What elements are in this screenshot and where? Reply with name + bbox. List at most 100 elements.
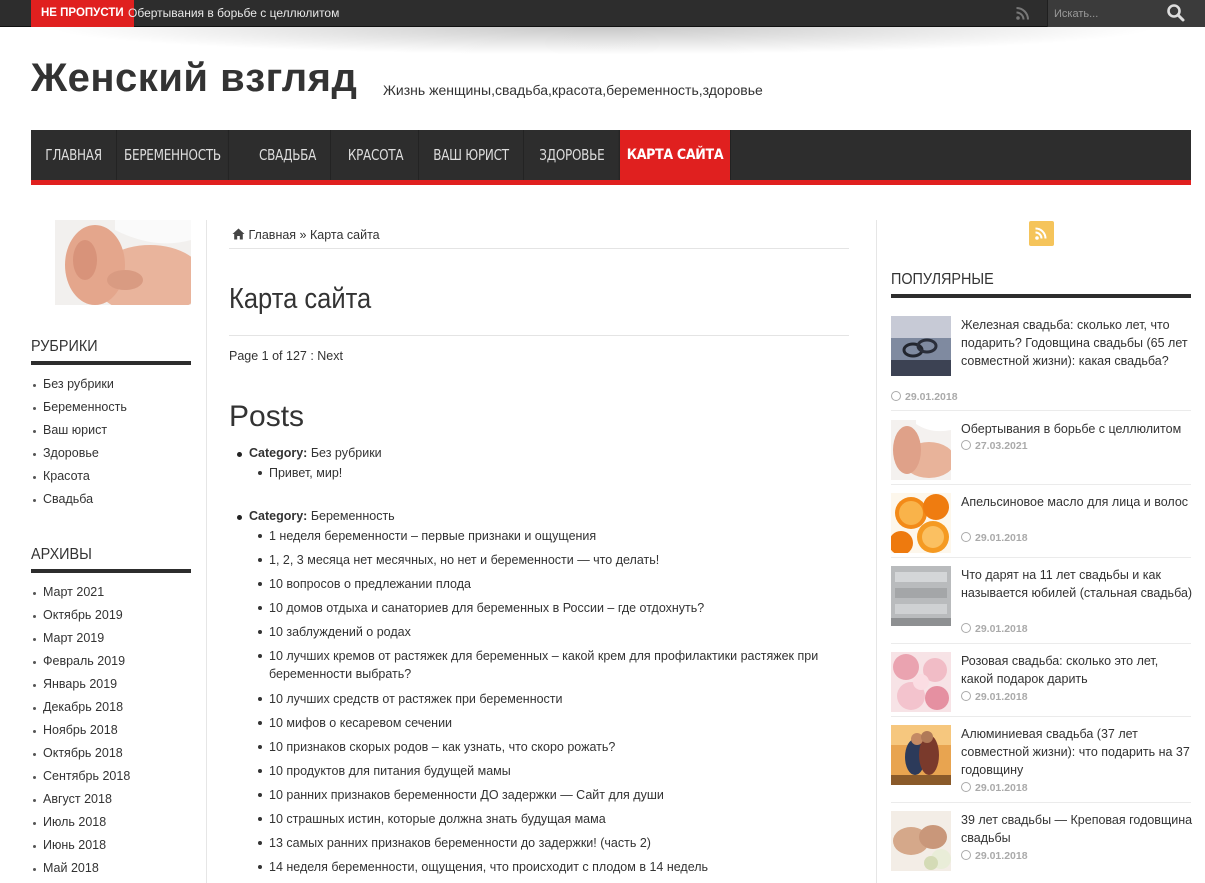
rubric-item[interactable]: Красота	[31, 465, 127, 488]
site-title[interactable]: Женский взгляд	[31, 56, 357, 101]
popular-item-date: 29.01.2018	[891, 391, 958, 403]
popular-title: ПОПУЛЯРНЫЕ	[891, 271, 994, 288]
rubric-item[interactable]: Беременность	[31, 396, 127, 419]
popular-separator	[891, 484, 1191, 485]
nav-item-home[interactable]: ГЛАВНАЯ	[31, 130, 117, 180]
popular-thumbnail[interactable]	[891, 566, 951, 626]
rss-icon	[1035, 227, 1047, 240]
popular-separator	[891, 410, 1191, 411]
rubrics-rule	[31, 361, 191, 365]
popular-separator	[891, 557, 1191, 558]
rubrics-list: Без рубрики Беременность Ваш юрист Здоро…	[31, 373, 127, 511]
category-header: Category: Без рубрики	[237, 446, 382, 460]
post-link[interactable]: 10 ранних признаков беременности ДО заде…	[258, 786, 859, 804]
popular-item-title[interactable]: Железная свадьба: сколько лет, что подар…	[961, 316, 1193, 370]
popular-thumbnail[interactable]	[891, 811, 951, 871]
popular-separator	[891, 716, 1191, 717]
breadcrumb: Главная » Карта сайта	[232, 228, 380, 242]
nav-item-pregnancy[interactable]: БЕРЕМЕННОСТЬ	[117, 130, 229, 180]
post-link[interactable]: 10 лучших средств от растяжек при береме…	[258, 690, 859, 708]
breadcrumb-separator: »	[299, 228, 307, 242]
post-link[interactable]: 10 вопросов о предлежании плода	[258, 575, 859, 593]
nav-item-beauty[interactable]: КРАСОТА	[333, 130, 419, 180]
post-link[interactable]: 14 неделя беременности, ощущения, что пр…	[258, 858, 859, 876]
breadcrumb-divider	[229, 248, 849, 249]
category-name[interactable]: Беременность	[311, 509, 395, 523]
popular-thumbnail[interactable]	[891, 725, 951, 785]
breadcrumb-home[interactable]: Главная	[248, 228, 296, 242]
popular-item-title[interactable]: 39 лет свадьбы — Креповая годовщина свад…	[961, 811, 1193, 847]
nav-item-wedding[interactable]: СВАДЬБА	[245, 130, 331, 180]
archive-item[interactable]: Сентябрь 2018	[31, 765, 130, 788]
popular-item-title[interactable]: Что дарят на 11 лет свадьбы и как называ…	[961, 566, 1193, 602]
archive-item[interactable]: Январь 2019	[31, 673, 130, 696]
nav-item-health[interactable]: ЗДОРОВЬЕ	[525, 130, 620, 180]
rubric-item[interactable]: Без рубрики	[31, 373, 127, 396]
rubric-item[interactable]: Здоровье	[31, 442, 127, 465]
archive-item[interactable]: Октябрь 2018	[31, 742, 130, 765]
popular-item-title[interactable]: Обертывания в борьбе с целлюлитом	[961, 420, 1193, 438]
post-link[interactable]: 13 самых ранних признаков беременности д…	[258, 834, 859, 852]
archive-item[interactable]: Декабрь 2018	[31, 696, 130, 719]
nav-item-sitemap[interactable]: КАРТА САЙТА	[620, 130, 731, 180]
search-icon[interactable]	[1166, 3, 1186, 23]
right-divider	[876, 220, 877, 883]
home-icon	[232, 228, 245, 240]
post-link[interactable]: 10 признаков скорых родов – как узнать, …	[258, 738, 859, 756]
popular-item-date: 29.01.2018	[961, 691, 1028, 703]
popular-separator	[891, 802, 1191, 803]
popular-thumbnail[interactable]	[891, 493, 951, 553]
archive-item[interactable]: Март 2021	[31, 581, 130, 604]
breaking-news-link[interactable]: Обертывания в борьбе с целлюлитом	[128, 0, 339, 26]
archive-item[interactable]: Февраль 2019	[31, 650, 130, 673]
archive-item[interactable]: Июнь 2018	[31, 834, 130, 857]
rss-button[interactable]	[1029, 221, 1054, 246]
popular-thumbnail[interactable]	[891, 652, 951, 712]
post-link[interactable]: 1 неделя беременности – первые признаки …	[258, 527, 859, 545]
archive-item[interactable]: Май 2018	[31, 857, 130, 880]
archive-item[interactable]: Март 2019	[31, 627, 130, 650]
cellulite-ad-image[interactable]	[55, 220, 191, 305]
post-link[interactable]: 10 страшных истин, которые должна знать …	[258, 810, 859, 828]
archive-item[interactable]: Июль 2018	[31, 811, 130, 834]
post-link[interactable]: 10 лучших кремов от растяжек для беремен…	[258, 647, 849, 683]
archive-item[interactable]: Август 2018	[31, 788, 130, 811]
popular-thumbnail[interactable]	[891, 420, 951, 480]
post-link[interactable]: 10 мифов о кесаревом сечении	[258, 714, 859, 732]
archives-title: АРХИВЫ	[31, 546, 92, 563]
title-divider	[229, 335, 849, 336]
post-list: Привет, мир!	[258, 464, 859, 482]
left-divider	[206, 220, 207, 883]
post-link[interactable]: 10 заблуждений о родах	[258, 623, 859, 641]
archive-item[interactable]: Октябрь 2019	[31, 604, 130, 627]
breaking-news-label: НЕ ПРОПУСТИ	[31, 0, 134, 27]
archive-item[interactable]: Ноябрь 2018	[31, 719, 130, 742]
archives-rule	[31, 569, 191, 573]
clock-icon	[961, 850, 971, 860]
clock-icon	[961, 440, 971, 450]
rubric-item[interactable]: Ваш юрист	[31, 419, 127, 442]
popular-item-date: 27.03.2021	[961, 440, 1028, 452]
popular-item-title[interactable]: Апельсиновое масло для лица и волос	[961, 493, 1193, 511]
search-input[interactable]	[1054, 5, 1164, 22]
popular-item-date: 29.01.2018	[961, 782, 1028, 794]
main-nav: ГЛАВНАЯ БЕРЕМЕННОСТЬ СВАДЬБА КРАСОТА ВАШ…	[31, 130, 1191, 185]
archives-list: Март 2021 Октябрь 2019 Март 2019 Февраль…	[31, 581, 130, 880]
post-link[interactable]: 10 продуктов для питания будущей мамы	[258, 762, 859, 780]
clock-icon	[961, 782, 971, 792]
popular-item-title[interactable]: Алюминиевая свадьба (37 лет совместной ж…	[961, 725, 1193, 779]
post-link[interactable]: Привет, мир!	[258, 464, 859, 482]
category-name[interactable]: Без рубрики	[311, 446, 382, 460]
post-link[interactable]: 1, 2, 3 месяца нет месячных, но нет и бе…	[258, 551, 859, 569]
clock-icon	[891, 391, 901, 401]
category-header: Category: Беременность	[237, 509, 395, 523]
pagination[interactable]: Page 1 of 127 : Next	[229, 349, 343, 363]
post-link[interactable]: 10 домов отдыха и санаториев для беремен…	[258, 599, 859, 617]
rubric-item[interactable]: Свадьба	[31, 488, 127, 511]
top-bar: НЕ ПРОПУСТИ Обертывания в борьбе с целлю…	[0, 0, 1205, 27]
nav-item-lawyer[interactable]: ВАШ ЮРИСТ	[419, 130, 524, 180]
popular-item-title[interactable]: Розовая свадьба: сколько это лет, какой …	[961, 652, 1193, 688]
site-tagline: Жизнь женщины,свадьба,красота,беременнос…	[383, 82, 763, 98]
rss-icon[interactable]	[1015, 5, 1031, 21]
popular-thumbnail[interactable]	[891, 316, 951, 376]
